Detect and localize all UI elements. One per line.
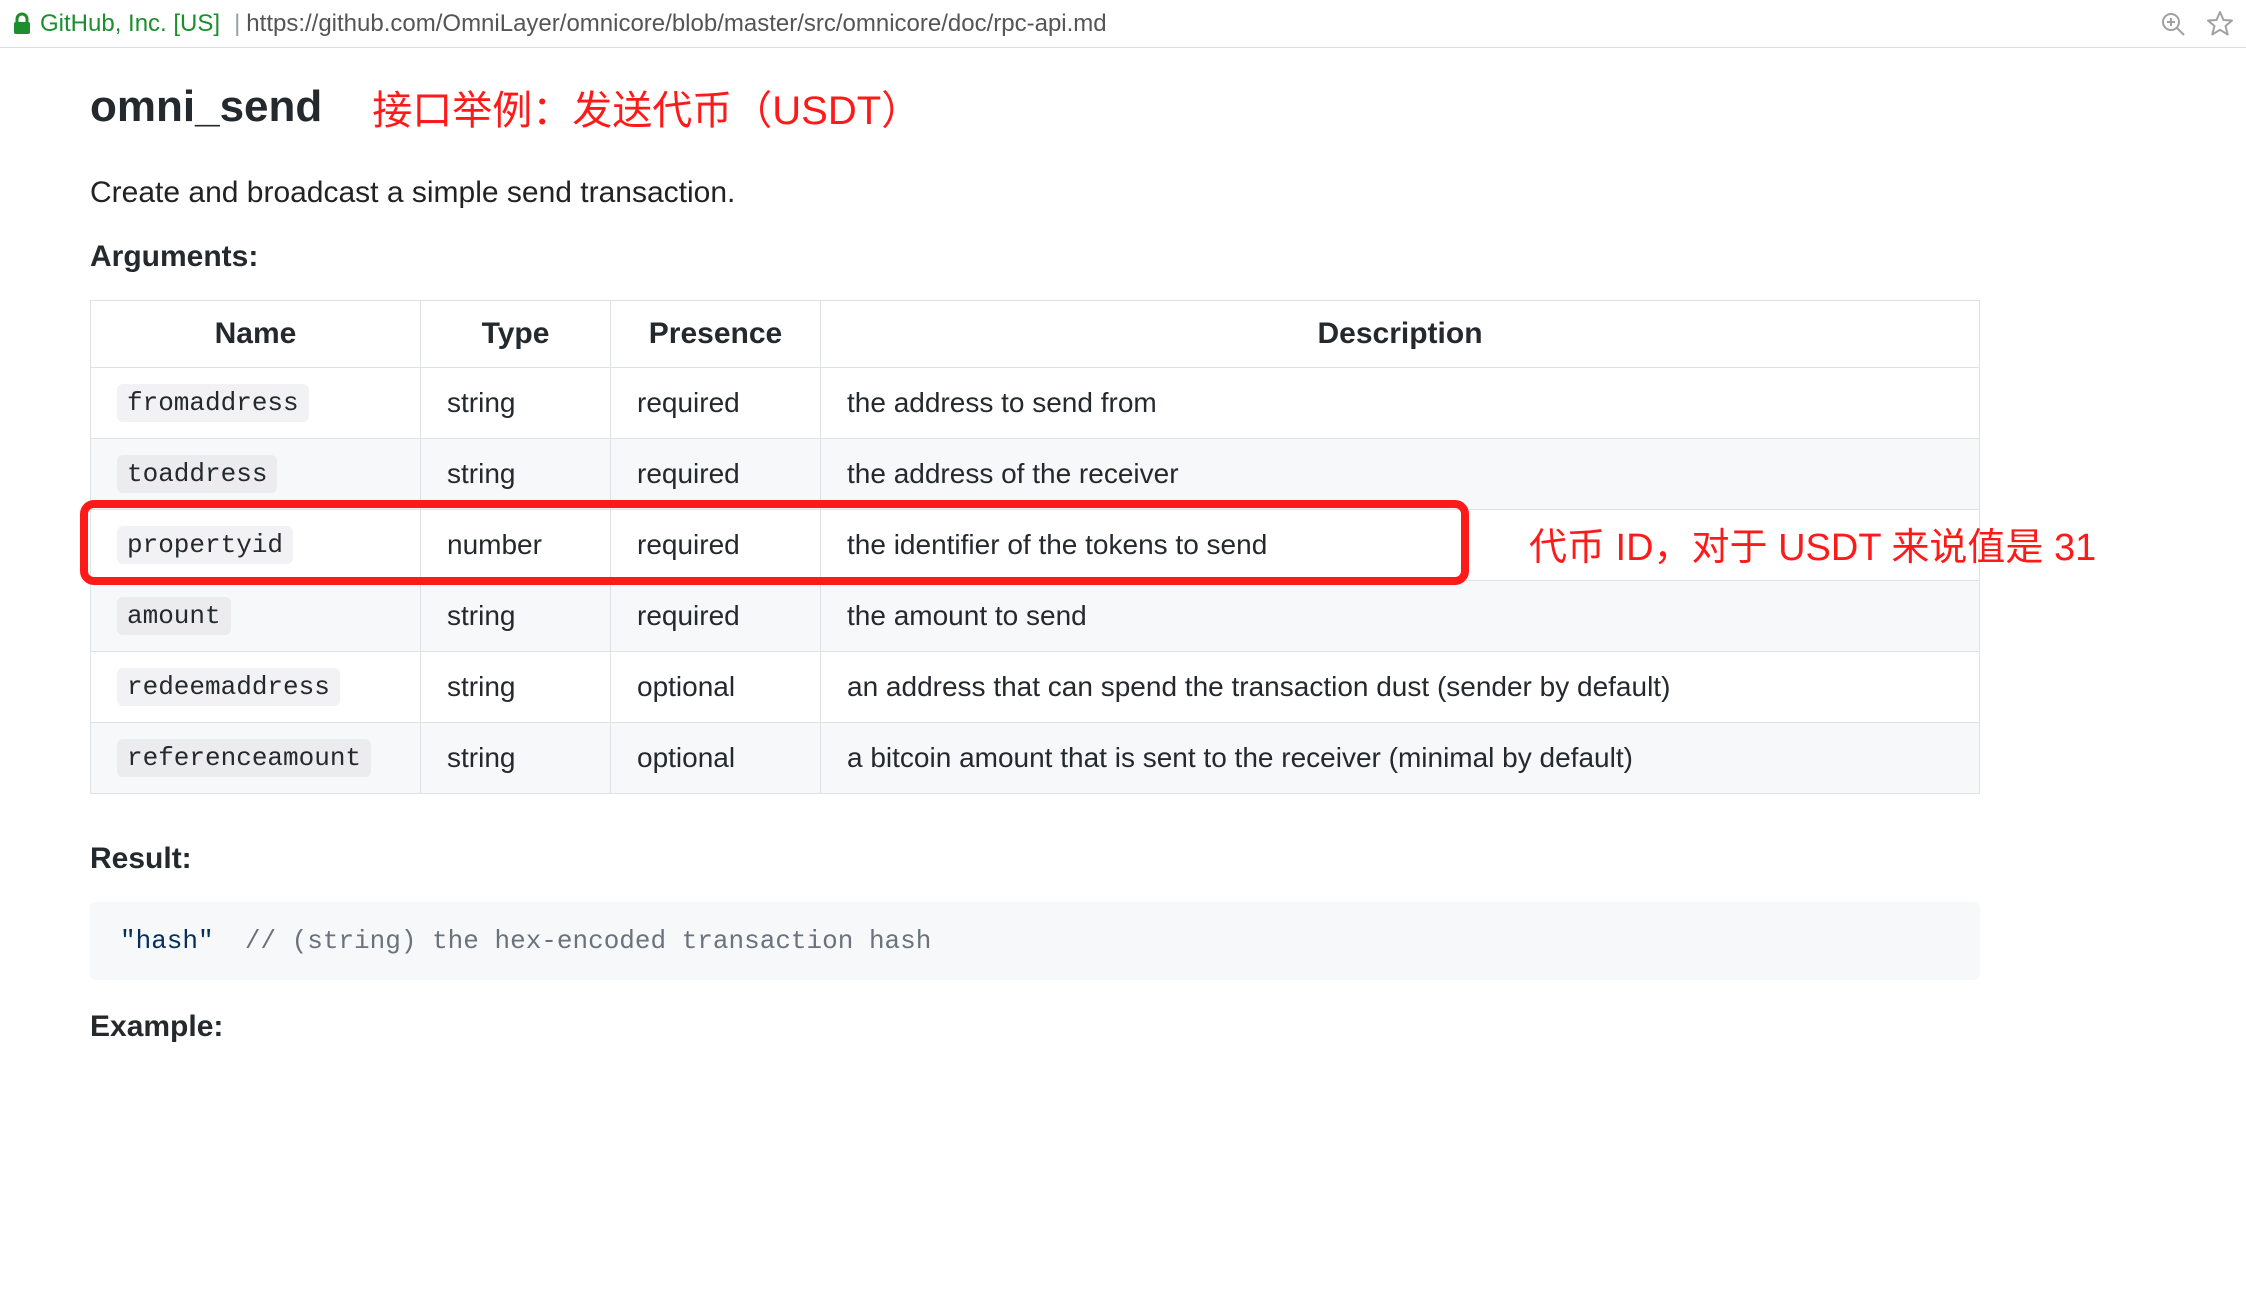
table-row: amount stringrequiredthe amount to send xyxy=(91,581,1980,652)
arg-presence-cell: optional xyxy=(611,723,821,794)
arg-description-cell: an address that can spend the transactio… xyxy=(821,652,1980,723)
result-comment-token: // (string) the hex-encoded transaction … xyxy=(245,926,932,956)
arg-name-cell: referenceamount xyxy=(91,723,421,794)
arg-name-code: propertyid xyxy=(117,526,293,564)
arg-presence-cell: required xyxy=(611,581,821,652)
heading-annotation: 接口举例：发送代币（USDT） xyxy=(372,78,921,136)
arg-type-cell: string xyxy=(421,439,611,510)
arg-name-cell: redeemaddress xyxy=(91,652,421,723)
result-code-block: "hash" // (string) the hex-encoded trans… xyxy=(90,902,1980,980)
title-row: omni_send 接口举例：发送代币（USDT） xyxy=(90,78,1980,136)
arg-presence-cell: optional xyxy=(611,652,821,723)
bookmark-star-icon[interactable] xyxy=(2206,10,2234,38)
method-description: Create and broadcast a simple send trans… xyxy=(90,176,1980,210)
arg-presence-cell: required xyxy=(611,510,821,581)
arg-name-cell: fromaddress xyxy=(91,368,421,439)
col-header-name: Name xyxy=(91,301,421,368)
lock-icon xyxy=(12,12,32,36)
result-string-token: "hash" xyxy=(120,926,214,956)
browser-address-bar: GitHub, Inc. [US] | https://github.com/O… xyxy=(0,0,2246,48)
arg-type-cell: number xyxy=(421,510,611,581)
col-header-type: Type xyxy=(421,301,611,368)
table-row: referenceamount stringoptionala bitcoin a… xyxy=(91,723,1980,794)
arg-name-code: referenceamount xyxy=(117,739,371,777)
result-heading: Result: xyxy=(90,842,1980,876)
api-method-heading: omni_send xyxy=(90,82,322,132)
col-header-presence: Presence xyxy=(611,301,821,368)
table-row: fromaddress stringrequiredthe address to … xyxy=(91,368,1980,439)
example-heading: Example: xyxy=(90,1010,1980,1044)
page-content: omni_send 接口举例：发送代币（USDT） Create and bro… xyxy=(0,48,2246,1044)
arg-type-cell: string xyxy=(421,368,611,439)
address-separator: | xyxy=(234,10,240,38)
address-bar-left: GitHub, Inc. [US] | xyxy=(12,10,246,38)
zoom-icon[interactable] xyxy=(2160,11,2186,37)
arg-name-code: toaddress xyxy=(117,455,277,493)
arg-name-cell: propertyid xyxy=(91,510,421,581)
arg-description-cell: the address to send from xyxy=(821,368,1980,439)
arg-description-cell: a bitcoin amount that is sent to the rec… xyxy=(821,723,1980,794)
col-header-description: Description xyxy=(821,301,1980,368)
arg-presence-cell: required xyxy=(611,439,821,510)
site-identity-label: GitHub, Inc. [US] xyxy=(40,10,220,38)
arg-description-cell: the amount to send xyxy=(821,581,1980,652)
table-row: redeemaddress stringoptionalan address th… xyxy=(91,652,1980,723)
address-url[interactable]: https://github.com/OmniLayer/omnicore/bl… xyxy=(246,10,2234,38)
arg-name-code: fromaddress xyxy=(117,384,309,422)
arg-type-cell: string xyxy=(421,581,611,652)
arg-name-cell: toaddress xyxy=(91,439,421,510)
arguments-table-header-row: Name Type Presence Description xyxy=(91,301,1980,368)
arg-type-cell: string xyxy=(421,652,611,723)
table-row: toaddress stringrequiredthe address of th… xyxy=(91,439,1980,510)
arg-type-cell: string xyxy=(421,723,611,794)
arguments-heading: Arguments: xyxy=(90,240,1980,274)
arg-description-cell: the address of the receiver xyxy=(821,439,1980,510)
arg-name-code: redeemaddress xyxy=(117,668,340,706)
propertyid-side-annotation: 代币 ID，对于 USDT 来说值是 31 xyxy=(1529,516,2096,571)
arg-name-code: amount xyxy=(117,597,231,635)
address-bar-right xyxy=(2160,0,2234,47)
arg-presence-cell: required xyxy=(611,368,821,439)
arg-name-cell: amount xyxy=(91,581,421,652)
